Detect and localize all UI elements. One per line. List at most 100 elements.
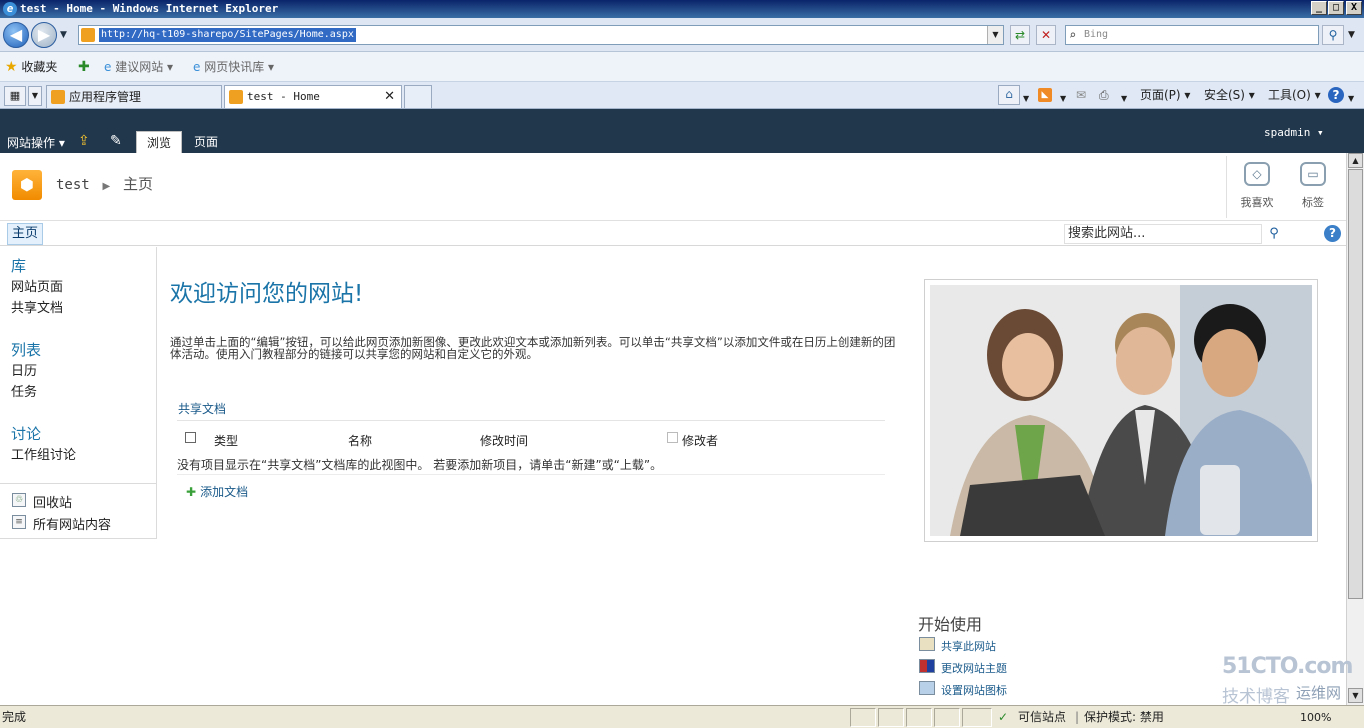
check-icon: ✓ (998, 710, 1009, 724)
ql-item-team-discussion[interactable]: 工作组讨论 (11, 444, 76, 463)
close-tab-icon[interactable]: ✕ (384, 86, 395, 108)
tools-menu[interactable]: 工具(O) ▾ (1268, 87, 1321, 103)
rss-dropdown-icon[interactable]: ▼ (1060, 91, 1066, 107)
status-cell (906, 708, 932, 727)
site-favicon-icon (51, 90, 65, 104)
address-toolbar: ◀ ▶ ▼ http://hq-t109-sharepo/SitePages/H… (0, 18, 1364, 52)
set-site-icon-link[interactable]: 设置网站图标 (941, 682, 1007, 698)
status-cell (850, 708, 876, 727)
search-options-icon[interactable]: ▼ (1348, 30, 1355, 40)
ql-item-site-pages[interactable]: 网站页面 (11, 276, 63, 295)
add-plus-icon: ✚ (186, 485, 197, 499)
ql-heading-discussions[interactable]: 讨论 (11, 423, 41, 444)
search-placeholder: Bing (1084, 29, 1109, 40)
scroll-down-icon[interactable]: ▼ (1348, 688, 1363, 703)
rss-feed-icon[interactable]: ◣ (1038, 88, 1052, 102)
quick-launch: 库 网站页面 共享文档 列表 日历 任务 讨论 工作组讨论 ♲ 回收站 ≡ 所有… (0, 247, 157, 539)
search-input[interactable]: ⌕ Bing (1065, 25, 1319, 45)
change-theme-link[interactable]: 更改网站主题 (941, 660, 1007, 676)
add-favorite-icon[interactable]: ✚ (78, 59, 90, 75)
share-site-link[interactable]: 共享此网站 (941, 638, 996, 654)
ql-item-shared-documents[interactable]: 共享文档 (11, 297, 63, 316)
address-field[interactable]: http://hq-t109-sharepo/SitePages/Home.as… (78, 25, 1004, 45)
help-icon[interactable]: ? (1328, 87, 1344, 103)
help-dropdown-icon[interactable]: ▼ (1348, 91, 1354, 107)
vertical-scrollbar[interactable]: ▲ ▼ (1346, 153, 1364, 705)
ie-page-icon: e (193, 60, 201, 74)
scroll-thumb[interactable] (1348, 169, 1363, 599)
edit-page-icon[interactable]: ✎ (110, 133, 122, 149)
home-dropdown-icon[interactable]: ▼ (1023, 91, 1029, 107)
zoom-level[interactable]: 100% (1300, 707, 1331, 728)
column-type[interactable]: 类型 (214, 432, 238, 449)
tab-browse[interactable]: 浏览 (136, 131, 183, 153)
status-bar: 完成 ✓ 可信站点 | 保护模式: 禁用 100% (0, 705, 1364, 728)
watermark-brand: 51CTO.com (1222, 654, 1353, 679)
ql-all-site-content[interactable]: 所有网站内容 (33, 514, 111, 533)
new-tab-button[interactable] (404, 85, 432, 108)
breadcrumb-separator-icon: ▶ (102, 181, 111, 192)
nav-home-link[interactable]: 主页 (7, 223, 44, 245)
ql-heading-libraries[interactable]: 库 (11, 255, 26, 276)
tab-page[interactable]: 页面 (184, 131, 228, 153)
tags-notes-button[interactable]: ▭ 标签 (1284, 158, 1342, 218)
user-menu[interactable]: spadmin ▾ (1264, 125, 1324, 141)
quick-tabs-icon[interactable]: ▦ (4, 86, 26, 106)
tab-app-management[interactable]: 应用程序管理 (46, 85, 222, 108)
site-search-icon[interactable]: ⚲ (1264, 224, 1284, 244)
help-icon[interactable]: ? (1324, 225, 1341, 242)
column-filter-checkbox[interactable] (667, 432, 678, 443)
favorites-button[interactable]: ★ 收藏夹 (5, 59, 57, 75)
share-site-icon (919, 637, 935, 651)
ql-item-tasks[interactable]: 任务 (11, 381, 37, 400)
address-dropdown-icon[interactable]: ▼ (987, 26, 1003, 44)
ql-divider (0, 483, 157, 484)
refresh-icon[interactable]: ⇄ (1010, 25, 1030, 45)
site-favicon-icon (229, 90, 243, 104)
mail-icon[interactable]: ✉ (1076, 87, 1086, 103)
ql-item-calendar[interactable]: 日历 (11, 360, 37, 379)
print-icon[interactable]: ⎙ (1099, 87, 1109, 103)
safety-menu[interactable]: 安全(S) ▾ (1204, 87, 1255, 103)
breadcrumb-site-link[interactable]: test (56, 177, 90, 193)
column-name[interactable]: 名称 (348, 432, 372, 449)
doclib-title-link[interactable]: 共享文档 (178, 400, 226, 417)
column-modified[interactable]: 修改时间 (480, 432, 528, 449)
tab-list-dropdown-icon[interactable]: ▼ (28, 86, 42, 106)
suggested-sites-link[interactable]: e 建议网站 ▾ (104, 59, 173, 75)
web-slice-gallery-link[interactable]: e 网页快讯库 ▾ (193, 59, 274, 75)
forward-button[interactable]: ▶ (31, 22, 57, 48)
home-icon[interactable]: ⌂ (998, 85, 1020, 105)
security-zone[interactable]: 可信站点 (1018, 707, 1066, 728)
scroll-up-icon[interactable]: ▲ (1348, 153, 1363, 168)
ql-recycle-bin[interactable]: 回收站 (33, 492, 72, 511)
welcome-photo (930, 285, 1312, 536)
close-window-button[interactable]: X (1346, 1, 1362, 15)
add-document-link[interactable]: ✚ 添加文档 (186, 483, 248, 500)
doclib-empty-message: 没有项目显示在“共享文档”文档库的此视图中。 若要添加新项目，请单击“新建”或“… (177, 458, 663, 472)
protected-mode-status[interactable]: 保护模式: 禁用 (1084, 707, 1164, 728)
navigate-up-icon[interactable]: ⇪ (78, 133, 90, 149)
site-search-input[interactable]: 搜索此网站... (1064, 224, 1262, 244)
site-logo-icon[interactable]: ⬢ (12, 170, 42, 200)
stop-icon[interactable]: ✕ (1036, 25, 1056, 45)
select-all-checkbox[interactable] (185, 432, 196, 443)
site-actions-menu[interactable]: 网站操作 ▾ (7, 135, 65, 151)
recycle-bin-icon: ♲ (12, 493, 26, 507)
tag-note-icon: ▭ (1300, 162, 1326, 186)
search-icon: ⌕ (1069, 28, 1077, 42)
ql-heading-lists[interactable]: 列表 (11, 339, 41, 360)
minimize-button[interactable]: _ (1311, 1, 1327, 15)
getting-started-heading: 开始使用 (918, 615, 983, 634)
column-modified-by[interactable]: 修改者 (682, 432, 718, 449)
search-go-icon[interactable]: ⚲ (1322, 25, 1344, 45)
page-menu[interactable]: 页面(P) ▾ (1140, 87, 1190, 103)
print-dropdown-icon[interactable]: ▼ (1121, 91, 1127, 107)
back-button[interactable]: ◀ (3, 22, 29, 48)
doclib-divider (177, 420, 885, 421)
maximize-button[interactable]: □ (1328, 1, 1344, 15)
history-dropdown-icon[interactable]: ▼ (60, 30, 67, 40)
url-text[interactable]: http://hq-t109-sharepo/SitePages/Home.as… (99, 28, 356, 42)
i-like-it-button[interactable]: ◇ 我喜欢 (1228, 158, 1286, 218)
tab-test-home[interactable]: test - Home ✕ (224, 85, 402, 108)
